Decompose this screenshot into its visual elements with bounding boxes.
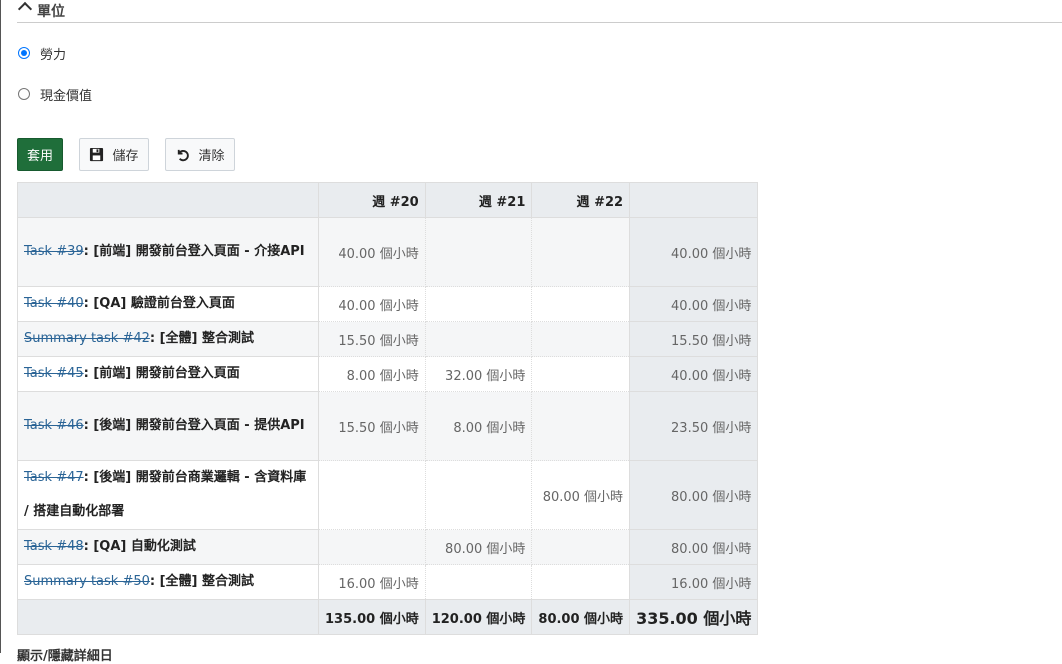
radio-cost[interactable] <box>18 88 30 100</box>
issue-cell: Task #45: [前端] 開發前台登入頁面 <box>17 356 319 392</box>
table-row: Task #39: [前端] 開發前台登入頁面 - 介接API 40.00 個小… <box>17 217 759 287</box>
week-22-value <box>531 356 631 392</box>
week-20-value <box>318 460 426 530</box>
header-week-22: 週 #22 <box>531 182 631 218</box>
unit-section-header[interactable]: 單位 <box>17 0 1062 23</box>
header-week-20: 週 #20 <box>318 182 426 218</box>
left-border <box>0 0 1 653</box>
issue-cell: Task #39: [前端] 開發前台登入頁面 - 介接API <box>17 217 319 287</box>
issue-cell: Task #40: [QA] 驗證前台登入頁面 <box>17 286 319 322</box>
totals-row: 135.00 個小時 120.00 個小時 80.00 個小時 335.00 個… <box>17 599 759 635</box>
table-row: Task #45: [前端] 開發前台登入頁面 8.00 個小時 32.00 個… <box>17 356 759 392</box>
issue-link[interactable]: Task #48 <box>24 539 84 554</box>
issue-link[interactable]: Summary task #42 <box>24 331 150 346</box>
row-total: 80.00 個小時 <box>629 460 759 530</box>
issue-title: : [QA] 驗證前台登入頁面 <box>83 296 235 311</box>
table-row: Task #46: [後端] 開發前台登入頁面 - 提供API 15.50 個小… <box>17 391 759 461</box>
apply-button[interactable]: 套用 <box>17 138 63 171</box>
issue-cell: Summary task #50: [全體] 整合測試 <box>17 564 319 600</box>
row-total: 40.00 個小時 <box>629 217 759 287</box>
radio-cost-label: 現金價值 <box>40 88 93 104</box>
table-row: Summary task #42: [全體] 整合測試 15.50 個小時 15… <box>17 321 759 357</box>
header-issue <box>17 182 319 218</box>
row-total: 80.00 個小時 <box>629 529 759 565</box>
total-week-22: 80.00 個小時 <box>531 599 631 635</box>
issue-title: : [全體] 整合測試 <box>149 574 255 589</box>
week-20-value: 8.00 個小時 <box>318 356 426 392</box>
issue-cell: Task #47: [後端] 開發前台商業邏輯 - 含資料庫 / 搭建自動化部署 <box>17 460 319 530</box>
week-20-value: 40.00 個小時 <box>318 286 426 322</box>
week-20-value: 15.50 個小時 <box>318 391 426 461</box>
issue-cell: Summary task #42: [全體] 整合測試 <box>17 321 319 357</box>
week-22-value <box>531 286 631 322</box>
time-report-table: 週 #20 週 #21 週 #22 Task #39: [前端] 開發前台登入頁… <box>17 182 759 635</box>
week-21-value <box>424 286 533 322</box>
issue-link[interactable]: Task #46 <box>24 418 84 433</box>
issue-title: : [全體] 整合測試 <box>149 331 255 346</box>
clear-button[interactable]: 清除 <box>165 138 235 171</box>
issue-cell: Task #46: [後端] 開發前台登入頁面 - 提供API <box>17 391 319 461</box>
row-total: 15.50 個小時 <box>629 321 759 357</box>
clear-label: 清除 <box>198 149 225 164</box>
table-row: Task #40: [QA] 驗證前台登入頁面 40.00 個小時 40.00 … <box>17 286 759 322</box>
apply-label: 套用 <box>26 149 53 164</box>
row-total: 40.00 個小時 <box>629 356 759 392</box>
week-21-value <box>424 460 533 530</box>
totals-label <box>17 599 319 635</box>
week-20-value: 15.50 個小時 <box>318 321 426 357</box>
week-21-value: 80.00 個小時 <box>424 529 533 565</box>
save-label: 儲存 <box>112 149 139 164</box>
save-icon <box>90 147 104 162</box>
section-title: 單位 <box>37 4 65 20</box>
details-toggle-link[interactable]: 顯示/隱藏詳細日 <box>17 645 113 664</box>
table-header-row: 週 #20 週 #21 週 #22 <box>17 182 759 218</box>
issue-link[interactable]: Task #45 <box>24 366 84 381</box>
issue-link[interactable]: Task #40 <box>24 296 84 311</box>
week-21-value: 32.00 個小時 <box>424 356 533 392</box>
issue-link[interactable]: Task #47 <box>24 470 84 485</box>
week-21-value: 8.00 個小時 <box>424 391 533 461</box>
week-21-value <box>424 564 533 600</box>
issue-cell: Task #48: [QA] 自動化測試 <box>17 529 319 565</box>
week-22-value <box>531 321 631 357</box>
row-total: 23.50 個小時 <box>629 391 759 461</box>
header-week-21: 週 #21 <box>424 182 533 218</box>
issue-title: : [前端] 開發前台登入頁面 - 介接API <box>83 244 305 259</box>
week-22-value <box>531 391 631 461</box>
issue-title: : [後端] 開發前台登入頁面 - 提供API <box>83 418 305 433</box>
table-row: Summary task #50: [全體] 整合測試 16.00 個小時 16… <box>17 564 759 600</box>
radio-effort-label: 勞力 <box>40 47 67 63</box>
week-20-value: 16.00 個小時 <box>318 564 426 600</box>
week-22-value <box>531 529 631 565</box>
grand-total: 335.00 個小時 <box>629 599 759 635</box>
issue-title: : [前端] 開發前台登入頁面 <box>83 366 240 381</box>
chevron-up-icon <box>17 1 33 17</box>
total-week-21: 120.00 個小時 <box>424 599 533 635</box>
week-20-value: 40.00 個小時 <box>318 217 426 287</box>
issue-link[interactable]: Task #39 <box>24 244 84 259</box>
week-22-value <box>531 564 631 600</box>
row-total: 40.00 個小時 <box>629 286 759 322</box>
total-week-20: 135.00 個小時 <box>318 599 426 635</box>
table-row: Task #48: [QA] 自動化測試 80.00 個小時 80.00 個小時 <box>17 529 759 565</box>
table-row: Task #47: [後端] 開發前台商業邏輯 - 含資料庫 / 搭建自動化部署… <box>17 460 759 530</box>
week-22-value <box>531 217 631 287</box>
radio-effort[interactable] <box>18 47 30 59</box>
save-button[interactable]: 儲存 <box>79 138 149 171</box>
row-total: 16.00 個小時 <box>629 564 759 600</box>
issue-title: : [QA] 自動化測試 <box>83 539 196 554</box>
week-22-value: 80.00 個小時 <box>531 460 631 530</box>
week-21-value <box>424 217 533 287</box>
issue-link[interactable]: Summary task #50 <box>24 574 150 589</box>
header-total <box>629 182 759 218</box>
week-20-value <box>318 529 426 565</box>
unit-option-cost[interactable]: 現金價值 <box>18 84 92 104</box>
week-21-value <box>424 321 533 357</box>
unit-option-effort[interactable]: 勞力 <box>18 43 66 63</box>
undo-icon <box>178 149 190 162</box>
